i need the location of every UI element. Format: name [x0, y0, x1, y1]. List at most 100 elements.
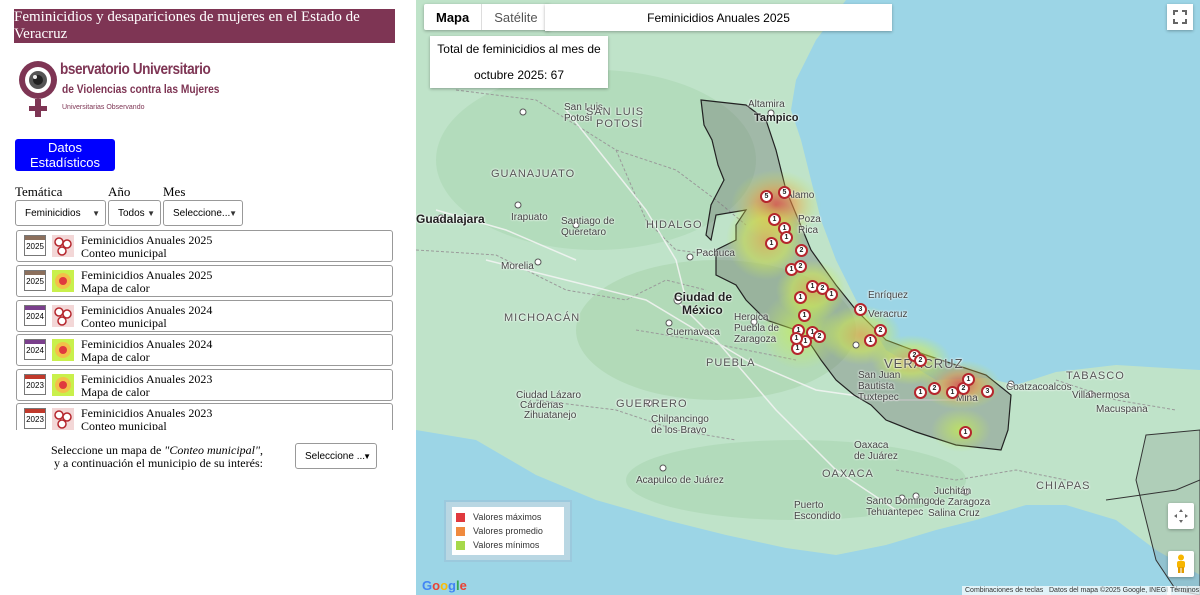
- count-marker[interactable]: 2: [794, 260, 807, 273]
- map-label: Cuernavaca: [666, 327, 720, 338]
- map-label: Heroica: [734, 312, 769, 323]
- map-list-item[interactable]: 2023 Feminicidios Anuales 2023 Mapa de cal…: [16, 369, 393, 401]
- map-label: San Juan: [858, 370, 901, 381]
- keyboard-shortcuts-link[interactable]: Combinaciones de teclas: [962, 586, 1047, 595]
- map-list-item-subtitle: Conteo municipal: [81, 419, 167, 430]
- map-list-item[interactable]: 2024 Feminicidios Anuales 2024 Conteo muni…: [16, 300, 393, 332]
- legend-swatch: [456, 540, 465, 550]
- move-arrows-icon: [1174, 509, 1188, 523]
- map-list-item[interactable]: 2023 Feminicidios Anuales 2023 Conteo muni…: [16, 403, 393, 430]
- map-list-item-subtitle: Mapa de calor: [81, 281, 150, 295]
- count-marker[interactable]: 1: [962, 373, 975, 386]
- mes-select[interactable]: Seleccione... ▼: [163, 200, 243, 226]
- count-marker[interactable]: 2: [813, 330, 826, 343]
- map-list-item-subtitle: Conteo municipal: [81, 246, 167, 260]
- count-marker[interactable]: 1: [790, 332, 803, 345]
- count-marker[interactable]: 5: [778, 186, 791, 199]
- count-marker[interactable]: 1: [914, 386, 927, 399]
- map-list-item[interactable]: 2025 Feminicidios Anuales 2025 Conteo muni…: [16, 230, 393, 262]
- calendar-icon: 2024: [24, 305, 46, 326]
- terms-link[interactable]: Términos: [1167, 586, 1200, 595]
- count-marker[interactable]: 3: [981, 385, 994, 398]
- calendar-year: 2025: [26, 277, 44, 286]
- map-label: Guadalajara: [416, 212, 485, 226]
- municipio-select-value: Seleccione ...: [305, 450, 366, 462]
- count-marker[interactable]: 1: [794, 291, 807, 304]
- map-label: Zaragoza: [734, 334, 777, 345]
- map-label: de Juárez: [854, 451, 898, 462]
- legend-entry: Valores mínimos: [456, 538, 560, 552]
- map-label: Salina Cruz: [928, 508, 980, 519]
- map-label: Coatzacoalcos: [1006, 382, 1072, 393]
- calendar-icon: 2025: [24, 235, 46, 256]
- count-marker[interactable]: 1: [959, 426, 972, 439]
- map-data-attribution: Datos del mapa ©2025 Google, INEGI: [1046, 586, 1172, 595]
- anio-label: Año: [108, 184, 131, 199]
- datos-estadisticos-button[interactable]: Datos Estadísticos: [15, 139, 115, 171]
- sidebar-panel: Feminicidios y desapariciones de mujeres…: [0, 0, 416, 595]
- count-marker[interactable]: 1: [765, 237, 778, 250]
- count-marker[interactable]: 3: [854, 303, 867, 316]
- map-label: SAN LUIS: [586, 106, 645, 118]
- heatmap-thumbnail-icon: [52, 374, 74, 396]
- map-label: Bautista: [858, 381, 895, 392]
- calendar-icon: 2023: [24, 374, 46, 395]
- map-label: Tehuantepec: [866, 507, 924, 518]
- count-marker[interactable]: 1: [780, 231, 793, 244]
- legend-label: Valores mínimos: [473, 540, 540, 550]
- map-list-item-subtitle: Mapa de calor: [81, 350, 150, 364]
- map-label: Macuspana: [1096, 404, 1148, 415]
- map-label: Altamira: [748, 99, 785, 110]
- anio-select[interactable]: Todos ▼: [108, 200, 161, 226]
- total-feminicidios-box: Total de feminicidios al mes de octubre …: [430, 36, 608, 88]
- municipio-select[interactable]: Seleccione ... ▼: [295, 443, 377, 469]
- legend-entry: Valores promedio: [456, 524, 560, 538]
- camera-control-button[interactable]: [1168, 503, 1194, 529]
- map-list-item[interactable]: 2025 Feminicidios Anuales 2025 Mapa de cal…: [16, 265, 393, 297]
- map-label: Morelia: [501, 261, 534, 272]
- map-label: de los Bravo: [651, 425, 707, 436]
- map-label: Tampico: [754, 112, 799, 124]
- chevron-down-icon: ▼: [363, 452, 371, 461]
- marker-count-thumbnail-icon: [52, 235, 74, 257]
- google-logo: Google: [422, 578, 467, 593]
- tematica-select[interactable]: Feminicidios ▼: [15, 200, 106, 226]
- map-list-item-subtitle: Mapa de calor: [81, 385, 150, 399]
- count-marker[interactable]: 2: [914, 354, 927, 367]
- map-label: Juchitán: [934, 486, 972, 497]
- map-label: CHIAPAS: [1036, 480, 1091, 492]
- count-marker[interactable]: 2: [928, 382, 941, 395]
- chevron-down-icon: ▼: [229, 209, 237, 218]
- map-type-control: Mapa Satélite: [424, 4, 550, 30]
- map-label: HIDALGO: [646, 219, 703, 231]
- count-marker[interactable]: 2: [874, 324, 887, 337]
- map-type-satelite-button[interactable]: Satélite: [481, 4, 549, 30]
- map-label: Pachuca: [696, 248, 735, 259]
- count-marker[interactable]: 2: [795, 244, 808, 257]
- fullscreen-button[interactable]: [1167, 4, 1193, 30]
- street-view-pegman-button[interactable]: [1168, 551, 1194, 577]
- map-label: Villahermosa: [1072, 390, 1130, 401]
- map-type-mapa-button[interactable]: Mapa: [424, 4, 481, 30]
- map-label: PUEBLA: [706, 357, 756, 369]
- map-list-item[interactable]: 2024 Feminicidios Anuales 2024 Mapa de cal…: [16, 334, 393, 366]
- count-marker[interactable]: 1: [825, 288, 838, 301]
- count-marker[interactable]: 1: [864, 334, 877, 347]
- map-label: Veracruz: [868, 309, 908, 320]
- map-label: GUERRERO: [616, 398, 688, 410]
- marker-count-thumbnail-icon: [52, 305, 74, 327]
- map-label: de Zaragoza: [934, 497, 991, 508]
- map-label: Escondido: [794, 511, 841, 522]
- map-canvas[interactable]: San Luis Potosí SAN LUIS POTOSÍ Altamira…: [416, 0, 1200, 595]
- calendar-icon: 2023: [24, 408, 46, 429]
- map-label: TABASCO: [1066, 370, 1125, 382]
- count-marker[interactable]: 1: [798, 309, 811, 322]
- logo-line1: bservatorio Universitario: [60, 61, 211, 78]
- calendar-year: 2025: [26, 242, 44, 251]
- observatorio-logo: bservatorio Universitario de Violencias …: [16, 58, 219, 122]
- legend-swatch: [456, 526, 465, 536]
- calendar-icon: 2024: [24, 339, 46, 360]
- chevron-down-icon: ▼: [147, 209, 155, 218]
- heatmap-legend: Valores máximos Valores promedio Valores m…: [444, 500, 572, 562]
- count-marker[interactable]: 5: [760, 190, 773, 203]
